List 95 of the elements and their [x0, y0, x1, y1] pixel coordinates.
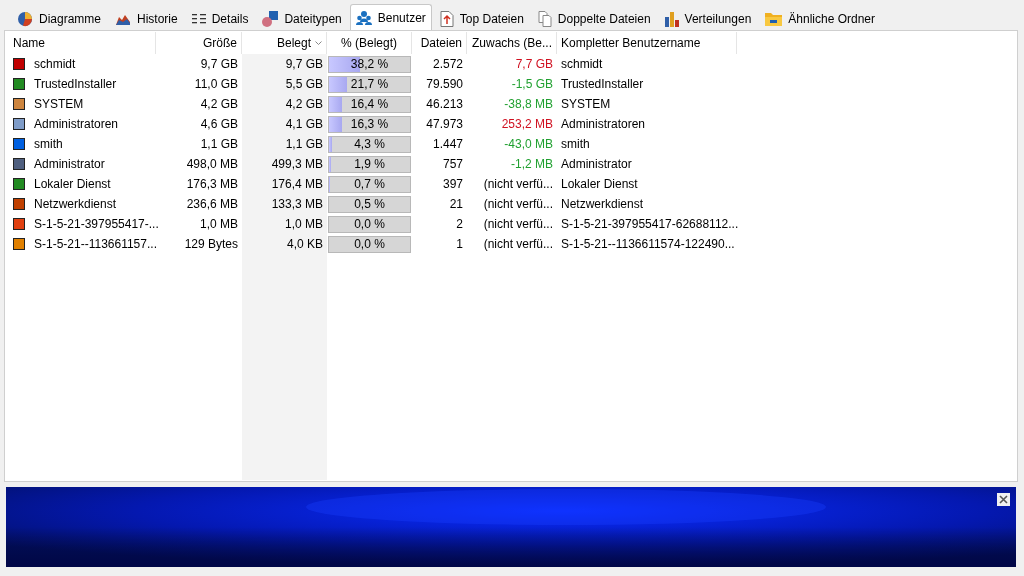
table-cell-text: 47.973 [425, 116, 464, 133]
table-cell-text: smith [560, 136, 591, 153]
table-cell-text: 21 [448, 196, 464, 213]
column-header[interactable]: Kompletter Benutzername [557, 32, 737, 54]
percent-bar: 0,0 % [328, 235, 411, 253]
percent-bar: 16,4 % [328, 95, 411, 113]
user-name[interactable]: Lokaler Dienst [34, 177, 111, 191]
user-name[interactable]: TrustedInstaller [34, 77, 117, 91]
table-cell-text: 2 [455, 216, 464, 233]
user-name[interactable]: Administratoren [34, 117, 119, 131]
column-header[interactable]: Zuwachs (Be... [467, 32, 557, 54]
table-cell-text: 4,6 GB [199, 116, 239, 133]
document-arrow-icon [439, 10, 454, 27]
close-button[interactable] [997, 493, 1010, 506]
table-cell-text: schmidt [560, 56, 604, 73]
table-cell-text: 9,7 GB [199, 56, 239, 73]
table-cell-text: (nicht verfü... [482, 236, 554, 253]
table-cell-text: 498,0 MB [185, 156, 239, 173]
tab[interactable]: Benutzer [349, 4, 432, 30]
users-icon [355, 9, 372, 26]
table-cell-text: Lokaler Dienst [560, 176, 639, 193]
table-cell-text: 1,1 GB [284, 136, 324, 153]
table-cell-text: 1,1 GB [199, 136, 239, 153]
pie-chart-icon [17, 10, 33, 27]
column-header[interactable]: % (Belegt) [327, 32, 412, 54]
folder-icon [765, 11, 783, 26]
column-header[interactable]: Name [9, 32, 156, 54]
table-cell-text: 1.447 [431, 136, 464, 153]
table-cell-text: 2.572 [431, 56, 464, 73]
tab[interactable]: Historie [109, 6, 184, 30]
column-header[interactable]: Größe [156, 32, 242, 54]
percent-bar: 1,9 % [328, 155, 411, 173]
table-cell-text: 5,5 GB [284, 76, 324, 93]
table-cell-text: 1,0 MB [199, 216, 239, 233]
table-cell-text: (nicht verfü... [482, 216, 554, 233]
percent-bar: 38,2 % [328, 55, 411, 73]
table-cell-text: 11,0 GB [193, 76, 239, 93]
tab[interactable]: Details [185, 6, 255, 30]
column-header[interactable]: Dateien [412, 32, 467, 54]
column-header[interactable]: Belegt [242, 32, 327, 54]
bar-chart-icon [664, 10, 679, 27]
percent-bar: 16,3 % [328, 115, 411, 133]
table-cell-text: Administrator [560, 156, 633, 173]
percent-bar: 4,3 % [328, 135, 411, 153]
tab[interactable]: Doppelte Dateien [531, 6, 657, 30]
tab[interactable]: Top Dateien [433, 6, 530, 30]
tab[interactable]: Verteilungen [658, 6, 758, 30]
user-name[interactable]: SYSTEM [34, 97, 84, 111]
file-types-icon [262, 10, 279, 27]
table-cell-text: TrustedInstaller [560, 76, 645, 93]
user-name[interactable]: Administrator [34, 157, 105, 171]
percent-bar: 0,7 % [328, 175, 411, 193]
tab[interactable]: Ähnliche Ordner [759, 6, 882, 30]
table-cell-text: 4,0 KB [285, 236, 324, 253]
table-cell-text: 7,7 GB [514, 56, 554, 73]
table-cell-text: 1,0 MB [284, 216, 324, 233]
user-name[interactable]: Netzwerkdienst [34, 197, 117, 211]
percent-bar: 21,7 % [328, 75, 411, 93]
table-cell-text: 499,3 MB [270, 156, 324, 173]
table-cell-text: 4,1 GB [284, 116, 324, 133]
percent-bar: 0,0 % [328, 215, 411, 233]
user-name[interactable]: S-1-5-21-397955417-... [34, 217, 159, 231]
table-cell-text: -1,2 MB [510, 156, 554, 173]
table-cell-text: -38,8 MB [503, 96, 554, 113]
tab[interactable]: Diagramme [11, 6, 107, 30]
table-cell-text: 176,4 MB [270, 176, 324, 193]
table-cell-text: S-1-5-21--1136611574-122490... [560, 236, 736, 253]
user-name[interactable]: smith [34, 137, 63, 151]
table-cell-text: -1,5 GB [510, 76, 554, 93]
table-cell-text: Administratoren [560, 116, 647, 133]
table-cell-text: 9,7 GB [284, 56, 324, 73]
table-cell-text: SYSTEM [560, 96, 612, 113]
table-cell-text: 129 Bytes [183, 236, 239, 253]
table-cell-text: 253,2 MB [500, 116, 554, 133]
table-cell-text: Netzwerkdienst [560, 196, 645, 213]
table-cell-text: (nicht verfü... [482, 176, 554, 193]
table-cell-text: 397 [441, 176, 464, 193]
duplicate-documents-icon [537, 10, 552, 27]
table-cell-text: 1 [455, 236, 464, 253]
table-cell-text: 133,3 MB [270, 196, 324, 213]
tab[interactable]: Dateitypen [256, 6, 348, 30]
user-name[interactable]: schmidt [34, 57, 76, 71]
table-cell-text: 176,3 MB [185, 176, 239, 193]
table-cell-text: 4,2 GB [284, 96, 324, 113]
table-cell-text: S-1-5-21-397955417-62688112... [560, 216, 737, 233]
table-cell-text: 79.590 [425, 76, 464, 93]
table-cell-text: -43,0 MB [503, 136, 554, 153]
list-icon [191, 12, 206, 25]
table-cell-text: 236,6 MB [185, 196, 239, 213]
table-cell-text: 4,2 GB [199, 96, 239, 113]
user-name[interactable]: S-1-5-21--113661157... [34, 237, 157, 251]
table-cell-text: (nicht verfü... [482, 196, 554, 213]
table-cell-text: 757 [441, 156, 464, 173]
table-cell-text: 46.213 [425, 96, 464, 113]
percent-bar: 0,5 % [328, 195, 411, 213]
